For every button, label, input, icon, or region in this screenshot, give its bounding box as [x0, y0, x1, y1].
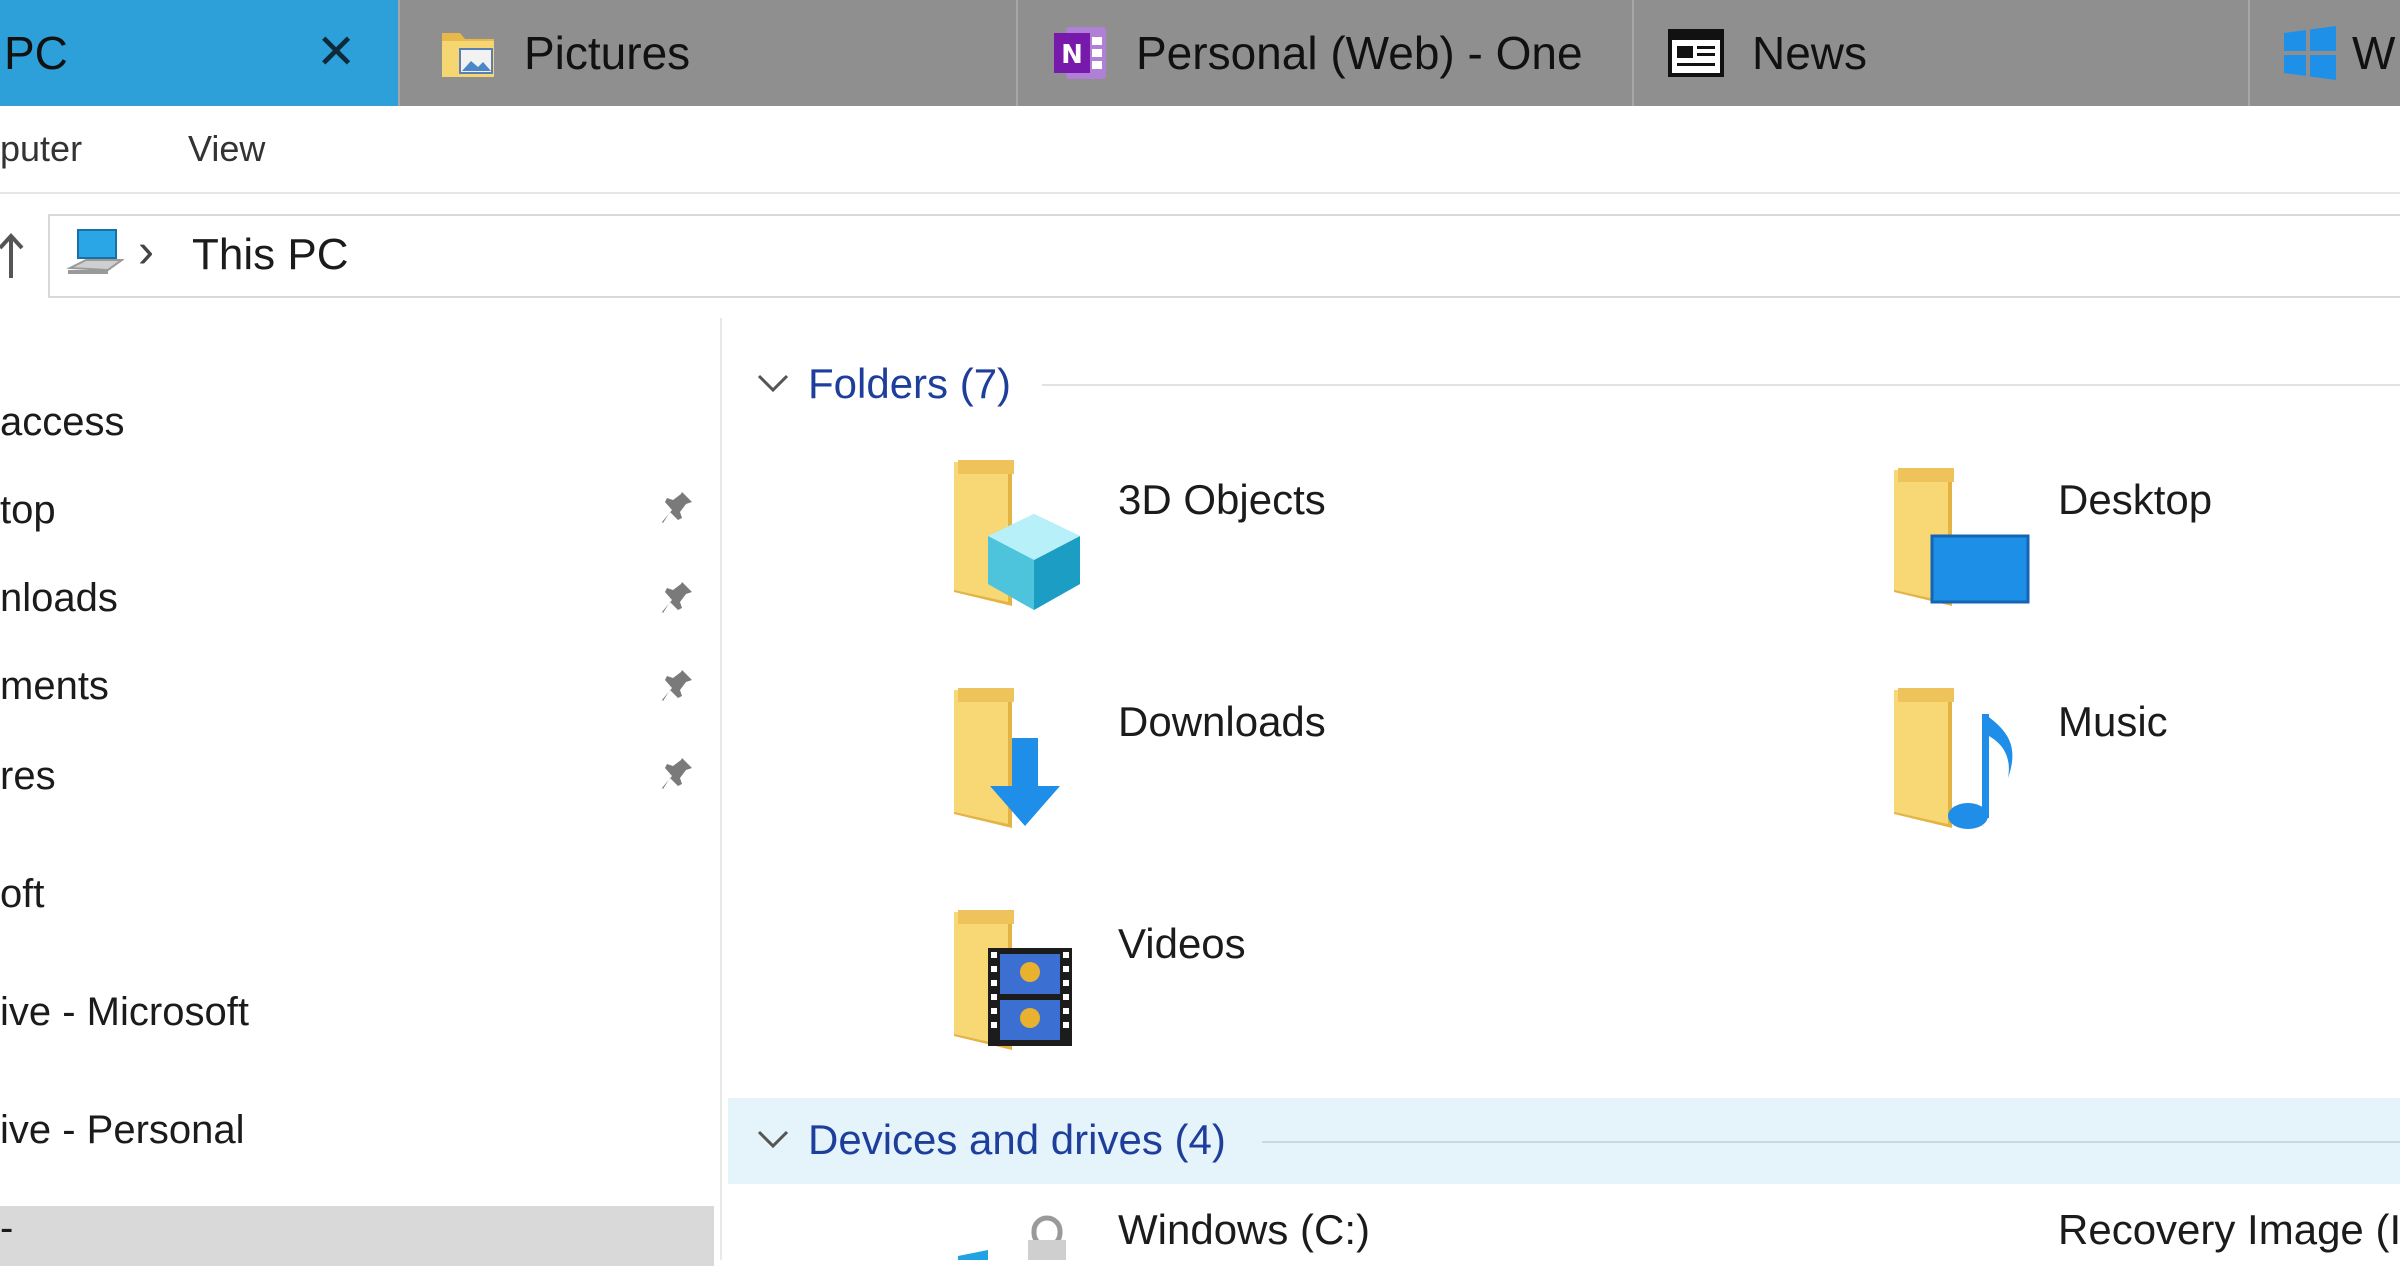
folder-label: Downloads: [1118, 698, 1326, 745]
folder-label: Music: [2058, 698, 2168, 745]
tab-label: PC: [4, 27, 68, 79]
tab-separator: [2248, 0, 2250, 106]
folder-label: 3D Objects: [1118, 476, 1326, 523]
group-divider: [1042, 384, 2400, 386]
tab-pictures[interactable]: Pictures: [438, 0, 998, 106]
svg-text:N: N: [1061, 40, 1083, 70]
tab-label: Personal (Web) - One: [1136, 27, 1583, 79]
nav-item-this-pc-selected[interactable]: -: [0, 1206, 714, 1266]
ribbon: puter View: [0, 106, 2400, 194]
folder-videos[interactable]: Videos: [948, 900, 1648, 1100]
nav-item-onedrive-personal[interactable]: ive - Personal: [0, 1108, 245, 1153]
pin-icon[interactable]: [660, 580, 694, 618]
folder-3d-objects[interactable]: 3D Objects: [948, 456, 1648, 656]
navigation-pane: access top nloads ments res oft ive - Mi…: [0, 318, 722, 1266]
pin-icon[interactable]: [660, 668, 694, 706]
nav-item-downloads[interactable]: nloads: [0, 576, 118, 621]
nav-item-pictures[interactable]: res: [0, 754, 56, 799]
onenote-icon: N: [1054, 27, 1106, 79]
folders-group-title[interactable]: Folders (7): [808, 360, 1011, 408]
nav-item-onedrive-microsoft[interactable]: ive - Microsoft: [0, 990, 249, 1035]
up-arrow-icon[interactable]: [0, 232, 26, 282]
tab-windows[interactable]: W: [2280, 0, 2400, 106]
devices-group-header[interactable]: Devices and drives (4): [728, 1098, 2400, 1184]
address-location[interactable]: This PC: [192, 230, 348, 280]
tab-label: W: [2352, 27, 2396, 79]
tab-separator: [1632, 0, 1634, 106]
group-divider: [1262, 1141, 2400, 1143]
nav-item-label: -: [0, 1206, 14, 1250]
folder-music[interactable]: Music: [1888, 678, 2400, 878]
tab-separator: [1016, 0, 1018, 106]
pictures-folder-icon: [442, 33, 494, 77]
nav-item-documents[interactable]: ments: [0, 664, 109, 709]
drive-label: Windows (C:): [1118, 1206, 1371, 1253]
chevron-down-icon[interactable]: [756, 1128, 790, 1152]
close-tab-icon[interactable]: ✕: [316, 26, 356, 80]
tab-label: Pictures: [524, 27, 691, 79]
folder-label: Desktop: [2058, 476, 2213, 523]
tab-label: News: [1752, 27, 1868, 79]
tab-this-pc[interactable]: PC ✕: [0, 0, 398, 106]
this-pc-icon: [66, 229, 124, 274]
drive-recovery-image[interactable]: Recovery Image (I: [2058, 1200, 2400, 1260]
ribbon-tab-computer[interactable]: puter: [0, 128, 82, 170]
devices-group-title: Devices and drives (4): [808, 1116, 1226, 1163]
pin-icon[interactable]: [660, 756, 694, 794]
folder-label: Videos: [1118, 920, 1246, 967]
videos-folder-icon: [954, 910, 1072, 1050]
windows-drive-icon: [958, 1215, 1066, 1260]
nav-item-microsoft[interactable]: oft: [0, 872, 44, 917]
folder-desktop[interactable]: Desktop: [1888, 456, 2400, 656]
pin-icon[interactable]: [660, 490, 694, 528]
tab-separator: [398, 0, 400, 106]
tab-news[interactable]: News: [1666, 0, 2186, 106]
breadcrumb-chevron-icon[interactable]: ›: [138, 224, 154, 279]
tab-onenote[interactable]: N Personal (Web) - One: [1050, 0, 1610, 106]
news-icon: [1668, 29, 1724, 77]
ribbon-tab-view[interactable]: View: [188, 128, 265, 170]
drive-windows-c[interactable]: Windows (C:): [948, 1200, 1648, 1260]
nav-item-quick-access[interactable]: access: [0, 400, 125, 445]
address-bar[interactable]: › This PC: [48, 214, 2400, 298]
drive-label: Recovery Image (I: [2058, 1206, 2400, 1253]
downloads-folder-icon: [954, 688, 1060, 828]
chevron-down-icon[interactable]: [756, 372, 790, 396]
tab-bar: PC ✕ Pictures N Personal (Web) - One New…: [0, 0, 2400, 106]
windows-logo-icon: [2284, 26, 2336, 80]
desktop-folder-icon: [1894, 468, 2030, 606]
nav-item-desktop[interactable]: top: [0, 488, 56, 533]
folder-downloads[interactable]: Downloads: [948, 678, 1648, 878]
music-folder-icon: [1894, 688, 2013, 829]
3d-objects-folder-icon: [954, 460, 1080, 610]
